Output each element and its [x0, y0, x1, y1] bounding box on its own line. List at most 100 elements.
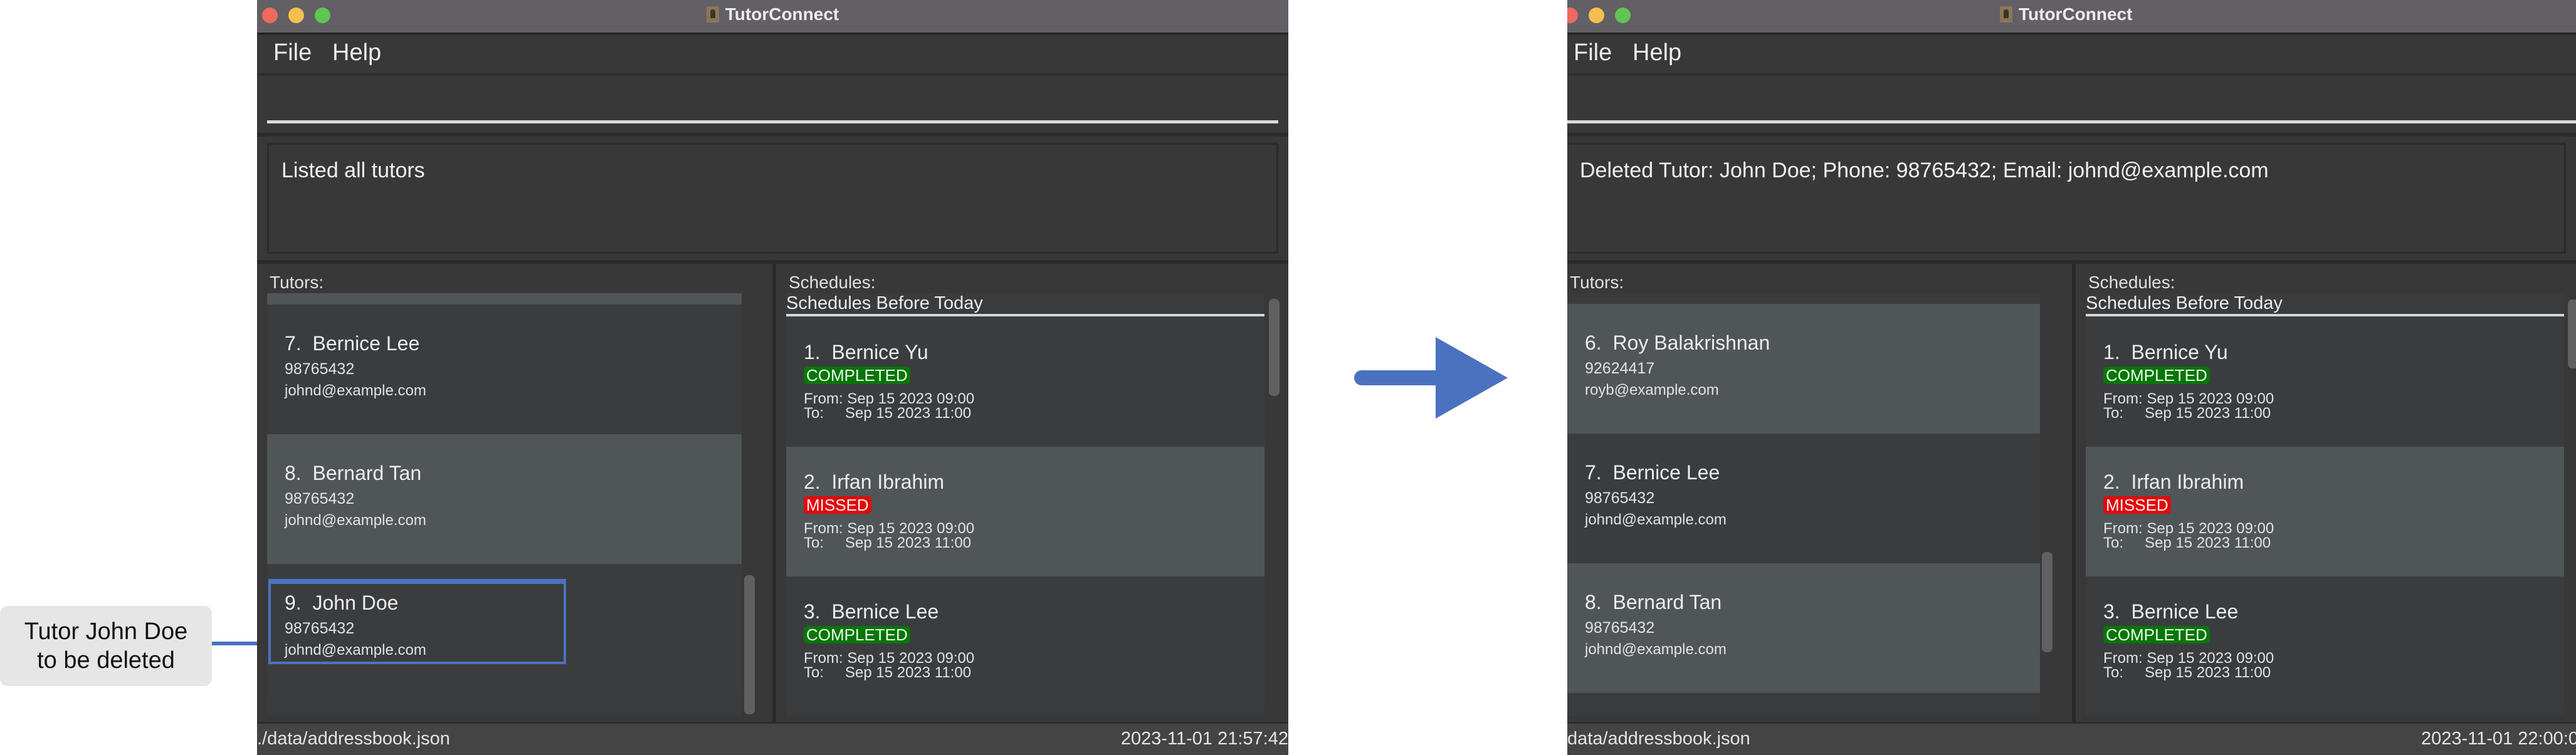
schedule-list-panel: Schedules: Schedules Before Today 1. Ber… [2072, 264, 2576, 722]
tutor-card[interactable]: 7. Bernice Lee 98765432 johnd@example.co… [1567, 434, 2040, 563]
transition-arrow-icon [1354, 337, 1508, 419]
tutors-label: Tutors: [270, 273, 324, 292]
close-window-button[interactable] [1567, 8, 1578, 23]
schedule-tutor-name: 1. Bernice Yu [804, 341, 928, 363]
window-after: TutorConnect File Help Deleted Tutor: Jo… [1567, 0, 2576, 755]
schedule-tutor-name: 2. Irfan Ibrahim [804, 471, 945, 493]
maximize-window-button[interactable] [1615, 8, 1631, 23]
tutor-email: johnd@example.com [285, 382, 426, 399]
schedules-label: Schedules: [789, 273, 876, 292]
status-badge: MISSED [2103, 496, 2171, 514]
schedule-tutor-name: 1. Bernice Yu [2103, 341, 2228, 363]
tutors-label: Tutors: [1570, 273, 1624, 292]
schedule-list-scrollbar[interactable] [2568, 299, 2576, 368]
schedule-list-scrollbar[interactable] [1269, 299, 1280, 396]
result-box: Listed all tutors [267, 143, 1278, 254]
selected-tutor-highlight [268, 579, 566, 664]
schedule-card[interactable]: 1. Bernice Yu COMPLETED From: Sep 15 202… [786, 317, 1264, 447]
tutor-card[interactable]: 6. Roy Balakrishnan 92624417 royb@exampl… [1567, 304, 2040, 434]
menu-bar: File Help [1567, 34, 2576, 75]
title-bar: TutorConnect [1567, 0, 2576, 34]
schedule-card[interactable]: 3. Bernice Lee COMPLETED From: Sep 15 20… [2086, 576, 2564, 706]
status-badge: COMPLETED [2103, 367, 2210, 384]
menu-help[interactable]: Help [332, 39, 381, 66]
result-text: Listed all tutors [281, 159, 425, 182]
status-badge: COMPLETED [2103, 626, 2210, 643]
menu-help[interactable]: Help [1632, 39, 1681, 66]
tutor-card[interactable]: 8. Bernard Tan 98765432 johnd@example.co… [1567, 563, 2040, 693]
app-icon [706, 6, 719, 23]
schedules-section-header: Schedules Before Today [2086, 293, 2564, 316]
schedule-list-panel: Schedules: Schedules Before Today 1. Ber… [772, 264, 1288, 722]
command-input[interactable] [1567, 120, 2576, 123]
tutor-card[interactable]: 7. Bernice Lee 98765432 johnd@example.co… [267, 305, 742, 434]
status-timestamp: 2023-11-01 22:00:0 [2421, 729, 2576, 749]
window-title-text: TutorConnect [725, 4, 839, 24]
tutor-name: 7. Bernice Lee [1585, 461, 1720, 484]
tutor-phone: 98765432 [285, 490, 355, 508]
schedule-card[interactable]: 1. Bernice Yu COMPLETED From: Sep 15 202… [2086, 317, 2564, 447]
window-title-text: TutorConnect [2019, 4, 2133, 24]
schedule-tutor-name: 3. Bernice Lee [804, 600, 939, 623]
tutor-email: johnd@example.com [285, 512, 426, 529]
app-icon [2000, 6, 2012, 23]
command-box [257, 75, 1288, 137]
schedules-section-header: Schedules Before Today [786, 293, 1264, 316]
schedule-to: To: Sep 15 2023 11:00 [804, 405, 972, 422]
window-title: TutorConnect [2000, 4, 2132, 24]
schedule-card[interactable]: 2. Irfan Ibrahim MISSED From: Sep 15 202… [2086, 447, 2564, 576]
schedule-to: To: Sep 15 2023 11:00 [2103, 405, 2271, 422]
tutor-name: 7. Bernice Lee [285, 332, 420, 355]
schedule-list[interactable]: Schedules Before Today 1. Bernice Yu COM… [2086, 293, 2564, 716]
schedule-list[interactable]: Schedules Before Today 1. Bernice Yu COM… [786, 293, 1264, 716]
schedules-label: Schedules: [2088, 273, 2175, 292]
annotation-line-2: to be deleted [37, 647, 175, 674]
tutor-name: 8. Bernard Tan [1585, 591, 1722, 613]
schedule-tutor-name: 3. Bernice Lee [2103, 600, 2239, 623]
schedule-card[interactable]: 3. Bernice Lee COMPLETED From: Sep 15 20… [786, 576, 1264, 706]
tutor-list[interactable]: 6. Roy Balakrishnan 92624417 royb@exampl… [1567, 293, 2040, 716]
menu-file[interactable]: File [1574, 39, 1612, 66]
menu-bar: File Help [257, 34, 1288, 75]
result-display: Listed all tutors [257, 137, 1288, 264]
command-box [1567, 75, 2576, 137]
status-file-path: ./data/addressbook.json [257, 729, 450, 749]
annotation-line-1: Tutor John Doe [24, 618, 188, 645]
status-file-path: data/addressbook.json [1567, 729, 1750, 749]
result-box: Deleted Tutor: John Doe; Phone: 98765432… [1567, 143, 2566, 254]
schedule-tutor-name: 2. Irfan Ibrahim [2103, 471, 2244, 493]
status-timestamp: 2023-11-01 21:57:42 [1120, 729, 1288, 749]
schedule-to: To: Sep 15 2023 11:00 [2103, 534, 2271, 551]
menu-file[interactable]: File [273, 39, 312, 66]
tutor-phone: 92624417 [1585, 360, 1655, 377]
window-title: TutorConnect [257, 4, 1288, 24]
tutor-list-scrollbar[interactable] [2042, 552, 2053, 652]
tutor-name: 6. Roy Balakrishnan [1585, 331, 1770, 354]
tutor-email: royb@example.com [1585, 382, 1719, 398]
schedule-to: To: Sep 15 2023 11:00 [2103, 664, 2271, 681]
tutor-list-panel: Tutors: 6. Roy Balakrishnan 92624417 roy… [1567, 264, 2072, 722]
title-bar: TutorConnect [257, 0, 1288, 34]
tutor-email: johnd@example.com [1585, 511, 1727, 528]
status-bar: ./data/addressbook.json 2023-11-01 21:57… [257, 722, 1288, 755]
tutor-list-scrollbar[interactable] [744, 575, 755, 714]
tutor-card-partial[interactable] [267, 293, 742, 305]
tutor-email: johnd@example.com [1585, 641, 1727, 658]
tutor-name: 8. Bernard Tan [285, 462, 422, 484]
status-bar: data/addressbook.json 2023-11-01 22:00:0 [1567, 722, 2576, 755]
annotation-callout: Tutor John Doe to be deleted [0, 606, 212, 686]
command-input[interactable] [267, 120, 1278, 123]
schedule-card[interactable]: 2. Irfan Ibrahim MISSED From: Sep 15 202… [786, 447, 1264, 576]
minimize-window-button[interactable] [1589, 8, 1604, 23]
result-display: Deleted Tutor: John Doe; Phone: 98765432… [1567, 137, 2576, 264]
tutor-phone: 98765432 [1585, 489, 1655, 507]
tutor-phone: 98765432 [1585, 619, 1655, 637]
status-badge: MISSED [804, 496, 871, 514]
tutor-card[interactable]: 8. Bernard Tan 98765432 johnd@example.co… [267, 434, 742, 564]
schedule-to: To: Sep 15 2023 11:00 [804, 534, 972, 551]
status-badge: COMPLETED [804, 626, 910, 643]
result-text: Deleted Tutor: John Doe; Phone: 98765432… [1580, 159, 2269, 182]
schedule-to: To: Sep 15 2023 11:00 [804, 664, 972, 681]
status-badge: COMPLETED [804, 367, 910, 384]
tutor-phone: 98765432 [285, 360, 355, 378]
